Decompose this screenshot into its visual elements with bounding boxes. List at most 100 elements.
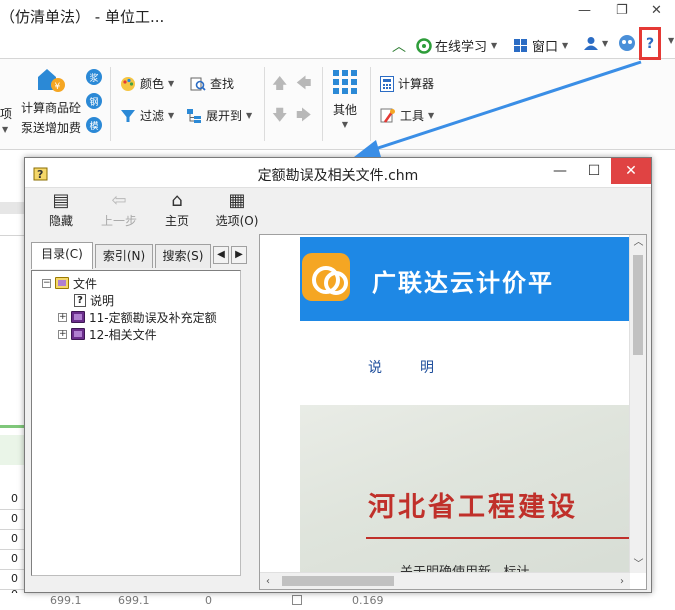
svg-text:¥: ¥ <box>55 82 61 92</box>
tree-node-label: 12-相关文件 <box>89 327 157 342</box>
expand-to-button[interactable]: 展开到 ▼ <box>186 107 252 124</box>
chevron-down-icon: ▼ <box>246 111 253 120</box>
tree-node-related-docs[interactable]: + 12-相关文件 <box>58 326 157 342</box>
formwork-badge-button[interactable]: 模 <box>86 117 102 133</box>
options-button[interactable]: ▦ 选项(O) <box>209 190 265 232</box>
back-arrow-icon: ⇦ <box>111 190 127 211</box>
home-button[interactable]: ⌂ 主页 <box>149 190 205 232</box>
scroll-thumb[interactable] <box>282 576 394 586</box>
chevron-down-icon[interactable]: ▼ <box>668 36 674 45</box>
navigation-pane: 目录(C) 索引(N) 搜索(S) ◀ ▶ − 文件 ? 说明 + 11-定额勘… <box>29 234 255 590</box>
calculator-button[interactable]: 计算器 <box>380 75 434 92</box>
window-menu-button[interactable]: 窗口 ▼ <box>514 36 568 55</box>
help-close-button[interactable]: ✕ <box>611 158 651 184</box>
help-minimize-button[interactable]: — <box>543 158 577 184</box>
table-row[interactable]: 0 <box>0 492 24 510</box>
table-row[interactable]: 0 <box>0 512 24 530</box>
scroll-down-icon[interactable]: ﹀ <box>630 557 646 573</box>
mortar-badge-button[interactable]: 浆 <box>86 69 102 85</box>
calc-concrete-pump-label-1: 计算商品砼 <box>20 101 81 115</box>
user-button[interactable]: ▼ <box>584 36 608 50</box>
chevron-down-icon: ▼ <box>562 41 569 50</box>
online-learning-icon <box>416 37 432 54</box>
tools-button[interactable]: 工具 ▼ <box>380 107 434 124</box>
chevron-down-icon: ▼ <box>602 38 609 48</box>
find-icon <box>190 77 206 91</box>
move-up-icon[interactable]: 🡅 <box>272 73 287 98</box>
minimize-button[interactable]: — <box>578 3 591 18</box>
table-cell: 699.1 <box>50 594 82 607</box>
close-button[interactable]: ✕ <box>651 3 662 18</box>
filter-icon <box>121 109 135 122</box>
tree-node-root[interactable]: − 文件 <box>42 275 97 291</box>
table-row[interactable]: 0 <box>0 532 24 550</box>
grid-apps-icon <box>333 70 357 94</box>
tab-scroll-right-icon[interactable]: ▶ <box>231 246 247 264</box>
other-label: 其他 <box>332 103 357 117</box>
table-cell: 0 <box>205 594 212 607</box>
vertical-scrollbar[interactable]: ︿ ﹀ <box>629 235 646 573</box>
scroll-right-icon[interactable]: › <box>614 573 630 589</box>
tree-node-description[interactable]: ? 说明 <box>74 292 114 308</box>
window-menu-label: 窗口 <box>532 40 559 55</box>
document-photo-title: 河北省工程建设 <box>368 492 578 523</box>
tree-node-errata[interactable]: + 11-定额勘误及补充定额 <box>58 309 217 325</box>
help-button-highlight <box>639 27 661 60</box>
chevron-down-icon: ▼ <box>491 41 498 50</box>
chevron-up-icon[interactable]: ︿ <box>392 36 406 56</box>
tree-node-label: 文件 <box>73 276 98 291</box>
help-page-icon: ? <box>74 293 86 307</box>
table-row <box>0 435 24 465</box>
tab-index[interactable]: 索引(N) <box>95 244 153 268</box>
home-icon: ⌂ <box>171 190 183 211</box>
divider <box>0 235 24 236</box>
hide-icon: ▤ <box>52 190 70 211</box>
help-window-title-bar[interactable]: ? 定额勘误及相关文件.chm — ☐ ✕ <box>25 158 651 188</box>
table-row[interactable]: 0 <box>0 552 24 570</box>
collapse-icon[interactable]: − <box>42 278 51 288</box>
ribbon-separator <box>264 67 265 141</box>
concrete-pump-icon: ¥ <box>38 69 65 92</box>
online-learning-label: 在线学习 <box>435 40 488 55</box>
tab-scroll-left-icon[interactable]: ◀ <box>213 246 229 264</box>
scroll-thumb[interactable] <box>633 255 643 355</box>
expand-to-label: 展开到 <box>206 109 243 123</box>
filter-button[interactable]: 过滤 ▼ <box>120 107 174 124</box>
divider <box>0 425 24 428</box>
color-button[interactable]: 颜色 ▼ <box>120 75 174 92</box>
app-title: （仿清单法） - 单位工... <box>0 8 165 26</box>
tree-node-label: 11-定额勘误及补充定额 <box>89 310 217 325</box>
move-down-icon[interactable]: 🡇 <box>272 105 287 130</box>
move-left-icon[interactable]: 🡄 <box>296 73 312 98</box>
calculator-icon <box>380 75 394 92</box>
tab-contents[interactable]: 目录(C) <box>31 242 93 269</box>
table-checkbox[interactable] <box>292 595 302 605</box>
expand-icon[interactable]: + <box>58 329 67 339</box>
find-button[interactable]: 查找 <box>190 75 234 92</box>
hide-label: 隐藏 <box>48 214 73 228</box>
steel-badge-button[interactable]: 钢 <box>86 93 102 109</box>
help-maximize-button[interactable]: ☐ <box>577 158 611 184</box>
palette-icon <box>121 76 135 91</box>
mascot-icon[interactable] <box>618 34 636 52</box>
tab-search[interactable]: 搜索(S) <box>155 244 211 268</box>
restore-button[interactable]: ❐ <box>616 3 628 18</box>
expand-icon[interactable]: + <box>58 312 67 322</box>
calc-concrete-pump-button[interactable]: ¥ 计算商品砼 泵送增加费 <box>18 65 84 145</box>
user-icon <box>584 37 598 50</box>
contents-tree: − 文件 ? 说明 + 11-定额勘误及补充定额 + 12-相关文件 <box>31 270 241 576</box>
chevron-down-icon[interactable]: ▼ <box>2 125 8 134</box>
scroll-left-icon[interactable]: ‹ <box>260 573 276 589</box>
hide-button[interactable]: ▤ 隐藏 <box>33 190 89 232</box>
move-right-icon[interactable]: 🡆 <box>296 105 312 130</box>
help-window: ? 定额勘误及相关文件.chm — ☐ ✕ ▤ 隐藏 ⇦ 上一步 ⌂ 主页 ▦ … <box>24 157 652 593</box>
calc-concrete-pump-label-2: 泵送增加费 <box>20 121 81 135</box>
online-learning-button[interactable]: 在线学习 ▼ <box>416 36 497 55</box>
scroll-up-icon[interactable]: ︿ <box>630 235 646 251</box>
back-button[interactable]: ⇦ 上一步 <box>91 190 147 232</box>
other-button[interactable]: 其他 ▼ <box>328 69 362 129</box>
back-label: 上一步 <box>100 214 137 228</box>
chevron-down-icon: ▼ <box>168 79 175 88</box>
topic-content-pane: 广联达云计价平 说明 河北省工程建设 关于明确使用新...标计 ︿ ﹀ ‹ › <box>259 234 647 590</box>
horizontal-scrollbar[interactable]: ‹ › <box>260 572 630 589</box>
